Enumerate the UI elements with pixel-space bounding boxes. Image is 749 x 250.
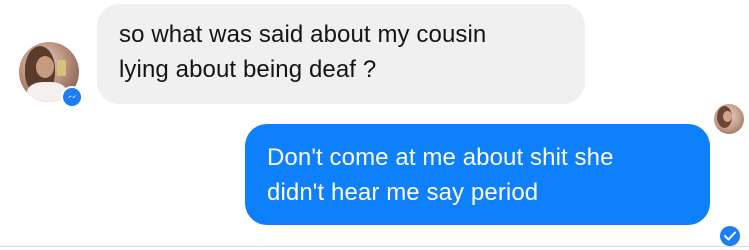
incoming-message-line-2: lying about being deaf ? [119, 56, 377, 83]
incoming-message-line-1: so what was said about my cousin [119, 21, 487, 48]
delivered-check-icon [720, 226, 740, 246]
messenger-icon [61, 86, 83, 108]
incoming-message-bubble[interactable]: so what was said about my cousin lying a… [97, 4, 585, 104]
avatar-face [36, 56, 54, 78]
seen-avatar-face [723, 111, 732, 122]
message-thread: so what was said about my cousin lying a… [0, 0, 749, 250]
outgoing-message-line-1: Don't come at me about shit she [267, 144, 614, 171]
avatar-phone [57, 60, 66, 76]
outgoing-message-line-2: didn't hear me say period [267, 179, 539, 206]
composer-divider [0, 246, 749, 247]
seen-avatar [714, 104, 744, 134]
outgoing-message-bubble[interactable]: Don't come at me about shit she didn't h… [245, 124, 710, 225]
